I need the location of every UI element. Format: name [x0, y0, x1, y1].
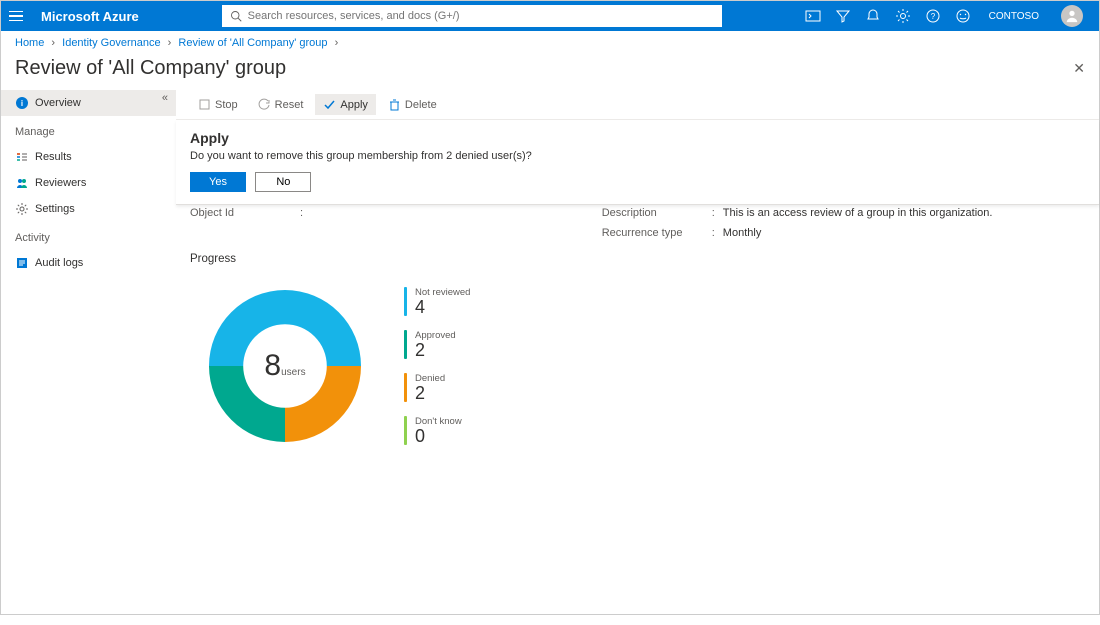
close-icon[interactable]: ✕: [1073, 60, 1085, 77]
breadcrumb-identity-governance[interactable]: Identity Governance: [62, 37, 160, 49]
sidebar: « i Overview Manage Results Reviewers Se…: [1, 90, 176, 625]
chevron-right-icon: ›: [168, 37, 172, 49]
delete-label: Delete: [405, 99, 437, 111]
confirm-message: Do you want to remove this group members…: [190, 150, 1085, 162]
legend-color-swatch: [404, 373, 407, 402]
topbar: Microsoft Azure ? CONTOSO: [1, 1, 1099, 31]
global-search[interactable]: [222, 5, 722, 27]
description-label: Description: [602, 207, 712, 219]
search-input[interactable]: [248, 10, 714, 22]
legend-value: 0: [415, 427, 462, 445]
reset-label: Reset: [275, 99, 304, 111]
search-icon: [230, 10, 242, 22]
filter-icon[interactable]: [835, 8, 851, 24]
recurrence-value: Monthly: [723, 227, 762, 239]
reset-icon: [258, 98, 271, 111]
legend-value: 2: [415, 384, 445, 402]
sidebar-item-settings[interactable]: Settings: [1, 196, 176, 222]
sidebar-settings-label: Settings: [35, 203, 75, 215]
stop-button[interactable]: Stop: [190, 94, 246, 115]
confirm-yes-button[interactable]: Yes: [190, 172, 246, 192]
confirm-title: Apply: [190, 130, 1085, 146]
help-icon[interactable]: ?: [925, 8, 941, 24]
stop-icon: [198, 98, 211, 111]
gear-icon: [15, 202, 29, 216]
org-label: CONTOSO: [989, 11, 1039, 22]
legend-color-swatch: [404, 330, 407, 359]
sidebar-header-manage: Manage: [1, 116, 176, 144]
confirm-no-button[interactable]: No: [255, 172, 311, 192]
details-row: Object Id : Description : This is an acc…: [176, 205, 1099, 227]
sidebar-header-activity: Activity: [1, 222, 176, 250]
sidebar-item-overview[interactable]: i Overview: [1, 90, 176, 116]
progress-donut-chart: 8users: [190, 271, 380, 461]
hamburger-menu-icon[interactable]: [9, 6, 29, 26]
progress-title: Progress: [190, 253, 1085, 265]
brand-label: Microsoft Azure: [41, 9, 139, 24]
feedback-icon[interactable]: [955, 8, 971, 24]
progress-legend: Not reviewed4 Approved2 Denied2 Don't kn…: [404, 287, 470, 445]
progress-section: Progress 8users: [176, 247, 1099, 467]
apply-button[interactable]: Apply: [315, 94, 376, 115]
stop-label: Stop: [215, 99, 238, 111]
donut-total: 8: [264, 349, 281, 382]
apply-label: Apply: [340, 99, 368, 111]
legend-value: 4: [415, 298, 470, 316]
chevron-right-icon: ›: [335, 37, 339, 49]
reviewers-icon: [15, 176, 29, 190]
sidebar-item-reviewers[interactable]: Reviewers: [1, 170, 176, 196]
legend-item-not-reviewed: Not reviewed4: [404, 287, 470, 316]
donut-total-label: users: [281, 367, 305, 378]
recurrence-label: Recurrence type: [602, 227, 712, 239]
legend-item-approved: Approved2: [404, 330, 470, 359]
reset-button[interactable]: Reset: [250, 94, 312, 115]
chevron-right-icon: ›: [51, 37, 55, 49]
legend-value: 2: [415, 341, 456, 359]
cloud-shell-icon[interactable]: [805, 8, 821, 24]
legend-item-denied: Denied2: [404, 373, 470, 402]
page-title-row: Review of 'All Company' group ✕: [1, 55, 1099, 90]
sidebar-results-label: Results: [35, 151, 72, 163]
audit-logs-icon: [15, 256, 29, 270]
results-icon: [15, 150, 29, 164]
notifications-icon[interactable]: [865, 8, 881, 24]
svg-text:i: i: [21, 99, 23, 108]
breadcrumb-review[interactable]: Review of 'All Company' group: [178, 37, 327, 49]
details-row-2: Recurrence type : Monthly: [176, 227, 1099, 247]
legend-item-dont-know: Don't know0: [404, 416, 470, 445]
sidebar-overview-label: Overview: [35, 97, 81, 109]
delete-button[interactable]: Delete: [380, 94, 445, 115]
breadcrumb: Home › Identity Governance › Review of '…: [1, 31, 1099, 55]
sidebar-audit-logs-label: Audit logs: [35, 257, 83, 269]
settings-gear-icon[interactable]: [895, 8, 911, 24]
content-pane: Stop Reset Apply Delete Apply Do you wan…: [176, 90, 1099, 625]
apply-confirm-panel: Apply Do you want to remove this group m…: [176, 120, 1099, 205]
info-icon: i: [15, 96, 29, 110]
toolbar: Stop Reset Apply Delete: [176, 90, 1099, 120]
user-avatar[interactable]: [1061, 5, 1083, 27]
delete-icon: [388, 98, 401, 111]
breadcrumb-home[interactable]: Home: [15, 37, 44, 49]
object-id-label: Object Id: [190, 207, 300, 219]
check-icon: [323, 98, 336, 111]
legend-color-swatch: [404, 287, 407, 316]
sidebar-item-audit-logs[interactable]: Audit logs: [1, 250, 176, 276]
legend-color-swatch: [404, 416, 407, 445]
page-title: Review of 'All Company' group: [15, 57, 1073, 80]
sidebar-reviewers-label: Reviewers: [35, 177, 86, 189]
sidebar-item-results[interactable]: Results: [1, 144, 176, 170]
description-value: This is an access review of a group in t…: [723, 207, 993, 219]
svg-text:?: ?: [930, 12, 935, 21]
collapse-sidebar-icon[interactable]: «: [162, 92, 168, 104]
